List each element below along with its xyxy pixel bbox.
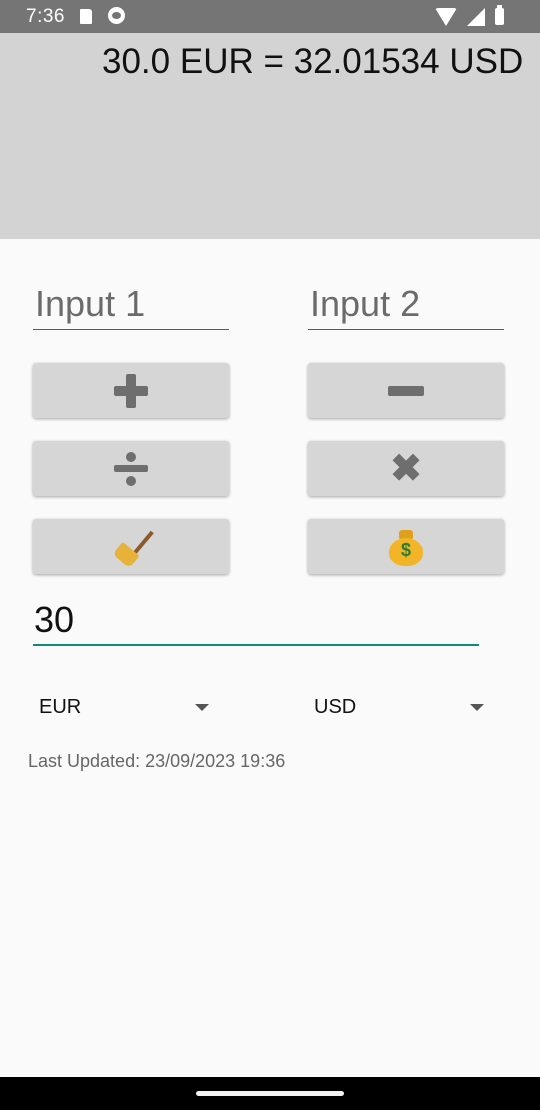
signal-icon xyxy=(467,7,485,26)
plus-icon xyxy=(114,373,148,408)
divide-button[interactable] xyxy=(33,441,229,496)
result-display: 30.0 EUR = 32.01534 USD xyxy=(0,33,540,239)
status-time: 7:36 xyxy=(26,6,65,27)
battery-icon xyxy=(495,5,504,25)
conversion-result: 30.0 EUR = 32.01534 USD xyxy=(102,42,524,81)
navigation-bar xyxy=(0,1077,540,1110)
minus-icon xyxy=(388,385,424,396)
multiply-button[interactable]: ✖ xyxy=(308,441,504,496)
sd-card-icon xyxy=(80,9,92,24)
status-icons xyxy=(435,5,504,26)
last-updated-label: Last Updated: 23/09/2023 19:36 xyxy=(28,751,286,771)
money-bag-icon: $ xyxy=(387,528,425,566)
divide-icon xyxy=(114,451,148,486)
add-button[interactable] xyxy=(33,363,229,418)
status-bar: 7:36 xyxy=(0,0,540,33)
multiply-icon: ✖ xyxy=(390,447,422,490)
cat-icon xyxy=(108,7,125,24)
to-currency-value: USD xyxy=(314,696,357,718)
from-currency-value: EUR xyxy=(39,696,82,718)
from-currency-select[interactable]: EUR xyxy=(33,690,209,724)
input-2-field[interactable]: Input 2 xyxy=(308,278,504,330)
broom-icon xyxy=(111,527,154,568)
to-currency-select[interactable]: USD xyxy=(308,690,484,724)
dropdown-arrow-icon xyxy=(470,704,484,711)
convert-button[interactable]: $ xyxy=(308,519,504,574)
amount-input[interactable]: 30 xyxy=(33,594,479,646)
input-1-field[interactable]: Input 1 xyxy=(33,278,229,330)
dropdown-arrow-icon xyxy=(195,704,209,711)
wifi-icon xyxy=(435,7,457,26)
home-gesture-handle[interactable] xyxy=(196,1091,344,1096)
clear-button[interactable] xyxy=(33,519,229,574)
subtract-button[interactable] xyxy=(308,363,504,418)
